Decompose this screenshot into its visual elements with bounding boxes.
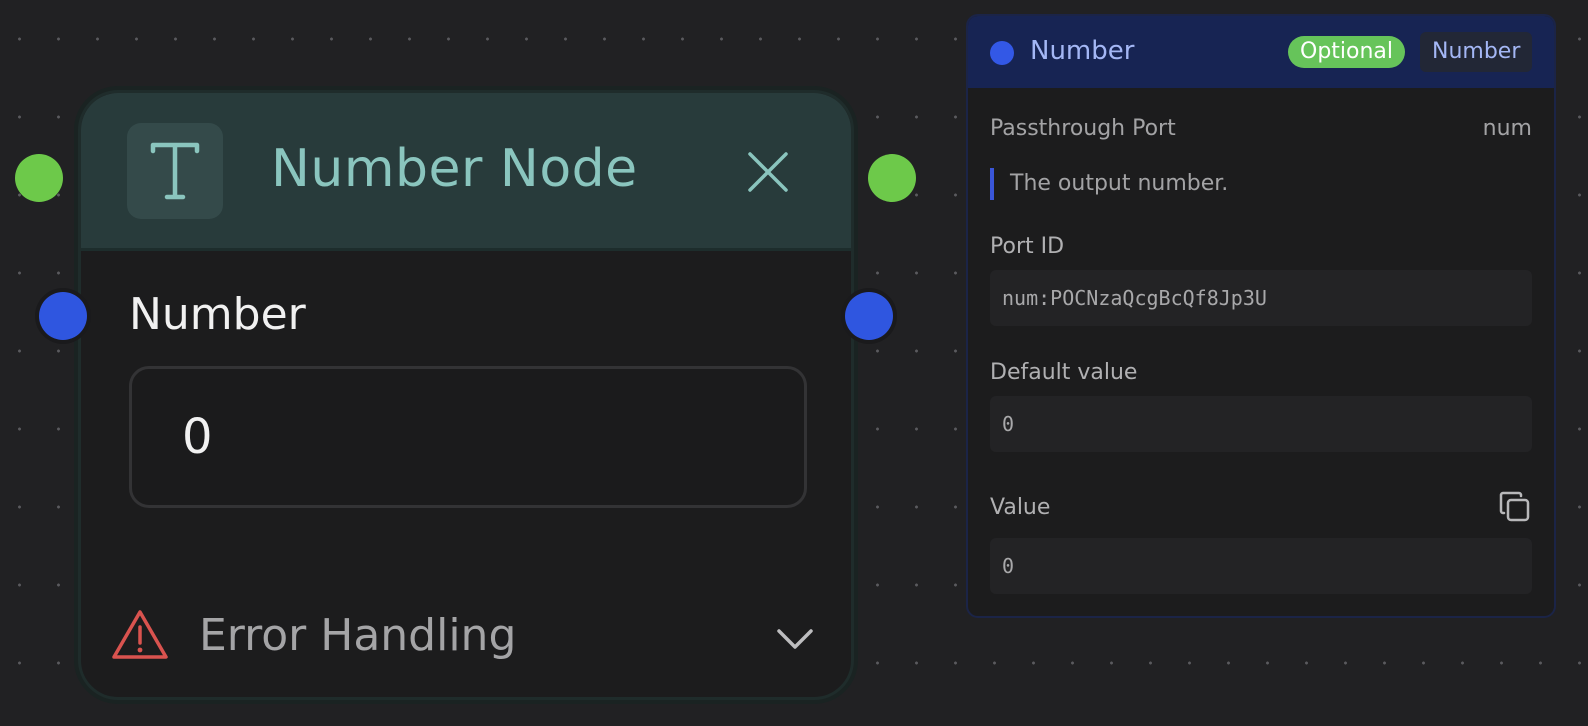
port-id-label: Port ID — [990, 234, 1065, 259]
number-input[interactable] — [129, 366, 807, 508]
passthrough-id: num — [1482, 116, 1532, 141]
passthrough-row: Passthrough Port num — [990, 116, 1532, 146]
default-value-label: Default value — [990, 360, 1138, 385]
number-input-port[interactable] — [39, 292, 87, 340]
error-handling-label: Error Handling — [199, 610, 517, 661]
port-type-dot — [990, 41, 1014, 65]
port-info-panel: Number Optional Number Passthrough Port … — [966, 14, 1556, 618]
value-field[interactable]: 0 — [990, 538, 1532, 594]
port-label-number: Number — [129, 289, 306, 340]
value-label: Value — [990, 495, 1051, 520]
number-output-port[interactable] — [845, 292, 893, 340]
panel-header: Number Optional Number — [968, 16, 1554, 88]
node-title: Number Node — [271, 139, 638, 199]
type-badge: Number — [1420, 32, 1533, 72]
chevron-down-icon — [775, 619, 815, 659]
number-node[interactable]: Number Node Number Error Handling — [78, 90, 854, 700]
text-t-icon — [127, 123, 223, 219]
warning-icon — [111, 609, 169, 661]
error-handling-toggle[interactable]: Error Handling — [111, 605, 821, 671]
panel-title: Number — [1030, 36, 1135, 66]
default-value-field[interactable]: 0 — [990, 396, 1532, 452]
exec-input-port[interactable] — [15, 154, 63, 202]
close-icon[interactable] — [745, 149, 791, 195]
node-header[interactable]: Number Node — [81, 93, 851, 251]
exec-output-port[interactable] — [868, 154, 916, 202]
graph-canvas[interactable]: Number Node Number Error Handling — [0, 0, 1588, 726]
optional-badge: Optional — [1288, 36, 1406, 68]
passthrough-label: Passthrough Port — [990, 116, 1176, 141]
port-id-field[interactable]: num:POCNzaQcgBcQf8Jp3U — [990, 270, 1532, 326]
port-description: The output number. — [990, 168, 1228, 200]
copy-icon[interactable] — [1498, 490, 1532, 524]
